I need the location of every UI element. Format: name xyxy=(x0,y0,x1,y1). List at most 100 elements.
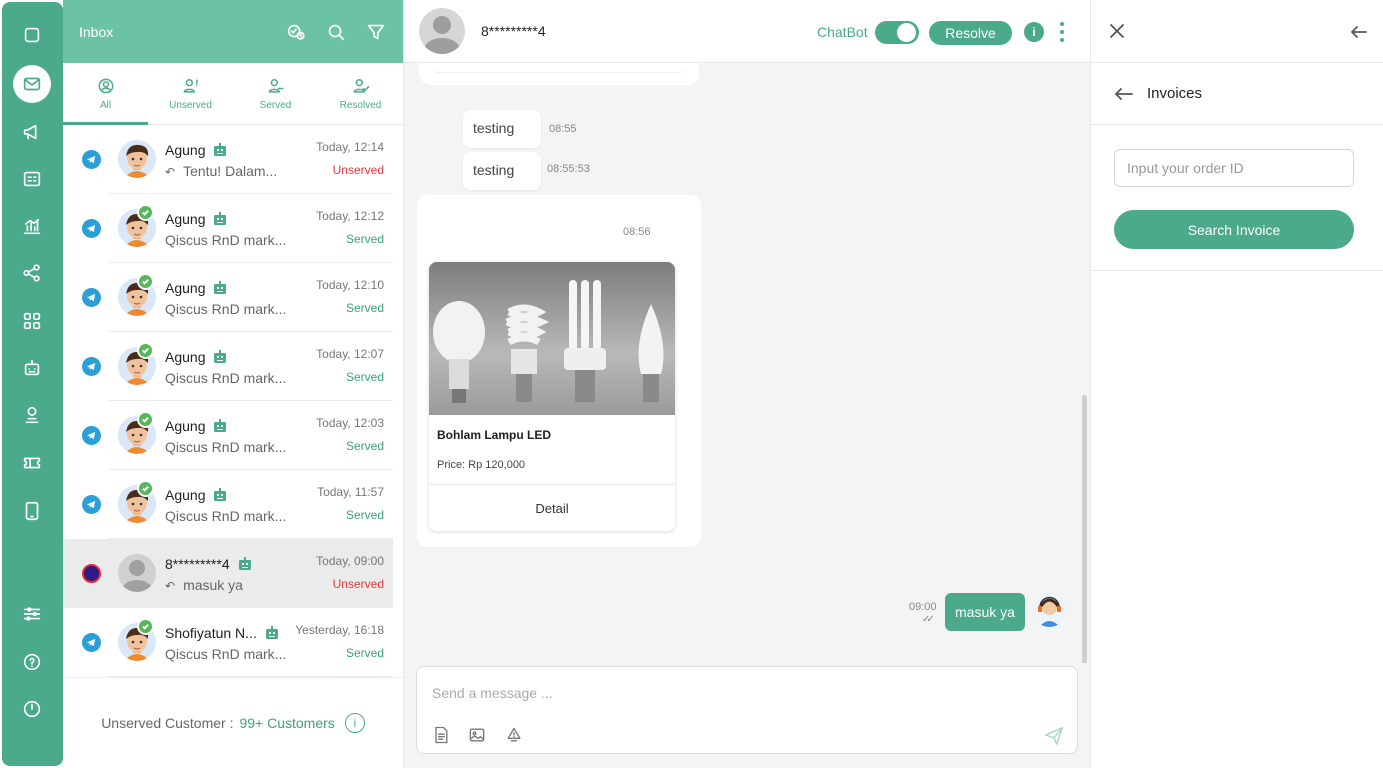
message-input[interactable] xyxy=(432,685,1032,701)
contact-card-icon[interactable] xyxy=(13,160,51,198)
conversation-item[interactable]: Agung Qiscus RnD mark... Today, 11:57 Serve… xyxy=(63,470,393,539)
check-badge-icon xyxy=(137,618,154,635)
filter-icon[interactable] xyxy=(365,21,387,43)
template-icon[interactable] xyxy=(504,725,524,745)
outgoing-message: masuk ya xyxy=(945,593,1025,631)
conversation-name-row: Agung xyxy=(165,487,227,503)
message-text: testing xyxy=(473,120,515,136)
chatbot-label: ChatBot xyxy=(817,24,868,40)
tab-resolved[interactable]: Resolved xyxy=(318,63,403,124)
conversation-item[interactable]: Agung Qiscus RnD mark... Today, 12:10 Serve… xyxy=(63,263,393,332)
contact-name: 8*********4 xyxy=(481,23,546,39)
message-time: 08:55:53 xyxy=(547,163,590,175)
bot-icon[interactable] xyxy=(13,349,51,387)
status-badge: Unserved xyxy=(332,163,384,177)
read-receipt-icon: ✓✓ xyxy=(922,614,935,625)
product-carousel-message: 08:56 Bohlam Lampu LED Price: Rp 120,000… xyxy=(417,195,701,547)
more-options-icon[interactable] xyxy=(1059,22,1065,42)
image-attach-icon[interactable] xyxy=(467,725,487,745)
check-badge-icon xyxy=(137,480,154,497)
check-badge-icon xyxy=(137,411,154,428)
chat-header: 8*********4 ChatBot Resolve i xyxy=(404,0,1090,63)
status-badge: Served xyxy=(345,232,384,246)
conversation-preview: masuk ya xyxy=(183,577,243,593)
tab-unserved-label: Unserved xyxy=(169,100,212,111)
conversation-preview-row: Qiscus RnD mark... xyxy=(165,232,286,248)
invoice-search-form: Search Invoice xyxy=(1091,125,1383,271)
conversation-item[interactable]: Shofiyatun N... Qiscus RnD mark... Yesterd… xyxy=(63,608,393,677)
send-icon[interactable] xyxy=(1043,725,1065,747)
avatar xyxy=(118,554,156,592)
tab-served[interactable]: Served xyxy=(233,63,318,124)
bot-icon xyxy=(213,212,227,226)
collapse-arrow-icon[interactable] xyxy=(1349,22,1369,42)
conversation-item[interactable]: 8*********4 ↶ masuk ya Today, 09:00 Unserved xyxy=(63,539,393,608)
info-icon[interactable]: i xyxy=(344,713,365,733)
agent-icon[interactable] xyxy=(13,396,51,434)
share-icon[interactable] xyxy=(13,254,51,292)
conversation-name: 8*********4 xyxy=(165,556,230,572)
user-circle-icon xyxy=(98,78,113,94)
history-icon[interactable] xyxy=(285,21,307,43)
conversation-preview-row: ↶ masuk ya xyxy=(165,577,243,593)
megaphone-icon[interactable] xyxy=(13,113,51,151)
conversation-time: Today, 12:03 xyxy=(316,416,384,430)
search-icon[interactable] xyxy=(325,21,347,43)
conversation-name-row: 8*********4 xyxy=(165,556,252,572)
inbox-footer: Unserved Customer : 99+ Customers i xyxy=(63,677,403,768)
conversation-item[interactable]: Agung Qiscus RnD mark... Today, 12:12 Serve… xyxy=(63,194,393,263)
back-arrow-icon[interactable] xyxy=(1113,84,1135,104)
unserved-customer-count[interactable]: 99+ Customers xyxy=(239,715,334,731)
previous-card xyxy=(419,63,699,85)
chatbot-toggle[interactable] xyxy=(875,21,919,44)
message-composer xyxy=(416,666,1078,754)
conversation-name: Agung xyxy=(165,349,206,365)
inbox-icon[interactable] xyxy=(13,65,51,103)
conversation-item[interactable]: Agung ↶ Tentu! Dalam... Today, 12:14 Unserve… xyxy=(63,125,393,194)
ticket-icon[interactable] xyxy=(13,444,51,482)
document-attach-icon[interactable] xyxy=(431,725,451,745)
conversation-preview-row: ↶ Tentu! Dalam... xyxy=(165,163,277,179)
search-invoice-button[interactable]: Search Invoice xyxy=(1114,210,1354,249)
toggle-knob xyxy=(897,23,916,42)
mobile-icon[interactable] xyxy=(13,492,51,530)
power-icon[interactable] xyxy=(13,690,51,728)
chat-scrollbar[interactable] xyxy=(1082,395,1087,663)
bot-icon xyxy=(213,488,227,502)
status-badge: Unserved xyxy=(332,577,384,591)
resolve-button[interactable]: Resolve xyxy=(929,21,1012,45)
conversation-name-row: Agung xyxy=(165,280,227,296)
product-detail-button[interactable]: Detail xyxy=(429,485,675,531)
left-nav xyxy=(2,2,63,766)
incoming-message: testing xyxy=(463,152,541,190)
user-alert-icon xyxy=(183,79,198,93)
tab-all[interactable]: All xyxy=(63,63,148,124)
status-badge: Served xyxy=(345,439,384,453)
conversation-name: Shofiyatun N... xyxy=(165,625,257,641)
apps-grid-icon[interactable] xyxy=(13,302,51,340)
product-card[interactable]: Bohlam Lampu LED Price: Rp 120,000 Detai… xyxy=(429,262,675,531)
status-badge: Served xyxy=(345,370,384,384)
help-icon[interactable] xyxy=(13,643,51,681)
conversation-time: Today, 12:14 xyxy=(316,140,384,154)
analytics-icon[interactable] xyxy=(13,207,51,245)
settings-sliders-icon[interactable] xyxy=(13,595,51,633)
close-icon[interactable] xyxy=(1107,21,1127,41)
conversation-time: Today, 12:07 xyxy=(316,347,384,361)
info-icon[interactable]: i xyxy=(1024,22,1044,42)
unserved-customer-label: Unserved Customer : xyxy=(101,715,234,731)
product-name: Bohlam Lampu LED xyxy=(437,428,552,442)
order-id-input[interactable] xyxy=(1114,149,1354,187)
inbox-title: Inbox xyxy=(79,23,114,40)
telegram-icon xyxy=(82,633,101,652)
app-root: Inbox All Unserved Served Resolved Agung… xyxy=(0,0,1383,768)
right-panel: Invoices Search Invoice xyxy=(1090,0,1383,768)
chat-icon[interactable] xyxy=(13,16,51,54)
conversation-item[interactable]: Agung Qiscus RnD mark... Today, 12:03 Serve… xyxy=(63,401,393,470)
conversation-preview: Qiscus RnD mark... xyxy=(165,508,287,524)
conversation-item[interactable]: Agung Qiscus RnD mark... Today, 12:07 Serve… xyxy=(63,332,393,401)
agent-avatar xyxy=(1032,592,1067,627)
check-badge-icon xyxy=(137,204,154,221)
message-time: 08:55 xyxy=(549,123,577,135)
tab-unserved[interactable]: Unserved xyxy=(148,63,233,124)
